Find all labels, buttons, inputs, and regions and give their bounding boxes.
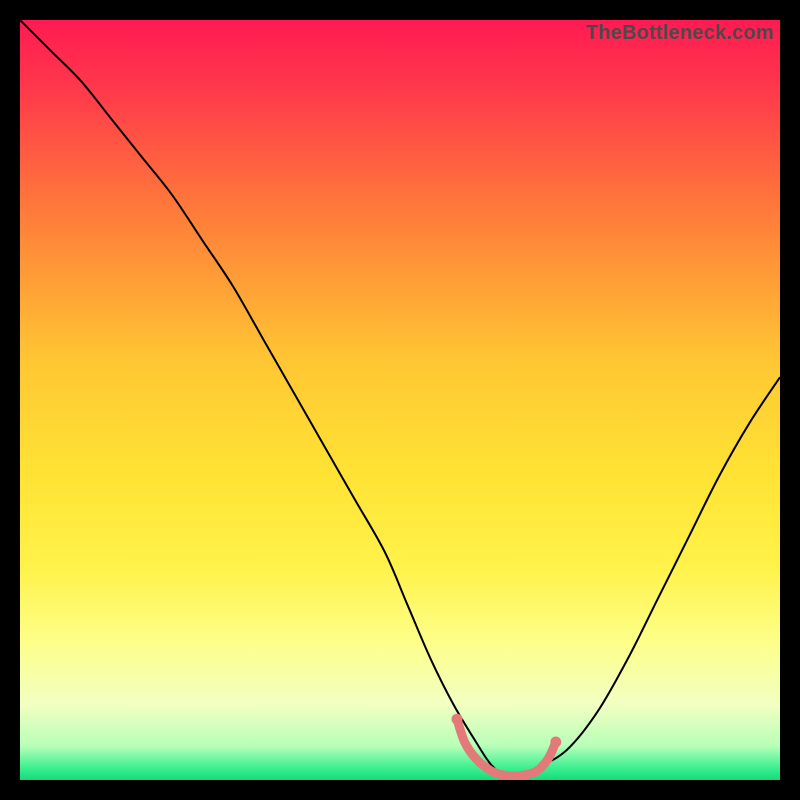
- chart-stage: TheBottleneck.com: [0, 0, 800, 800]
- curve-layer: [20, 20, 780, 780]
- bottleneck-curve: [20, 20, 780, 777]
- plot-area: TheBottleneck.com: [20, 20, 780, 780]
- optimal-range-marker: [452, 714, 562, 776]
